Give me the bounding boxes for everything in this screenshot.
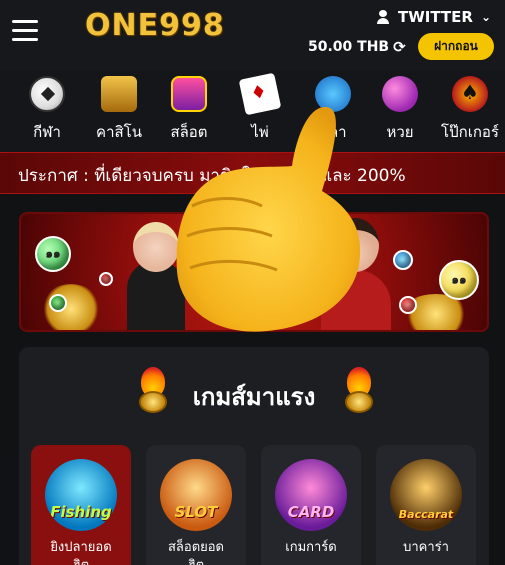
lottery-ball <box>99 272 113 286</box>
category-lottery[interactable]: หวย <box>370 76 430 144</box>
fire-coin-icon <box>341 367 377 415</box>
category-label: คาสิโน <box>96 123 142 141</box>
game-label-line1: ยิงปลายอด <box>50 540 112 555</box>
game-label-line1: เกมการ์ด <box>285 540 337 555</box>
game-label: ยิงปลายอด ฮิต <box>31 539 131 565</box>
game-label: บาคาร่า <box>376 539 476 557</box>
casino-building-icon <box>101 76 137 112</box>
top-header: ONE998 TWITTER ⌄ 50.00 THB ⟳ ฝากถอน <box>0 0 505 70</box>
thumbnail-text: CARD <box>287 503 335 521</box>
lottery-ball <box>393 250 413 270</box>
lottery-ball: ๑๑ <box>439 260 479 300</box>
ball-number: ๑๑ <box>451 272 467 287</box>
menu-icon[interactable] <box>12 20 38 42</box>
game-label-line2: ฮิต <box>31 557 131 565</box>
soccer-ball-icon <box>29 76 65 112</box>
thumbnail-text: Baccarat <box>398 508 454 521</box>
category-sports[interactable]: กีฬา <box>17 76 77 144</box>
lottery-ball: ๑๑ <box>35 236 71 272</box>
lottery-balls-icon <box>382 76 418 112</box>
category-label: โป๊กเกอร์ <box>441 123 499 141</box>
site-logo[interactable]: ONE998 <box>85 8 245 46</box>
category-label: หวย <box>386 123 414 141</box>
game-label-line2: ฮิต <box>146 557 246 565</box>
game-card-baccarat[interactable]: Baccarat บาคาร่า <box>376 445 476 565</box>
logo-text: ONE998 <box>85 8 225 43</box>
game-card-slot[interactable]: SLOT สล็อตยอด ฮิต <box>146 445 246 565</box>
game-label: สล็อตยอด ฮิต <box>146 539 246 565</box>
poker-spade-icon: ♠ <box>452 76 488 112</box>
thumbnail-text: Fishing <box>50 503 112 521</box>
pointing-hand-emoji <box>176 106 361 332</box>
username: TWITTER <box>397 8 473 26</box>
game-card-fishing[interactable]: Fishing ยิงปลายอด ฮิต <box>31 445 131 565</box>
game-label: เกมการ์ด <box>261 539 361 557</box>
deposit-withdraw-button[interactable]: ฝากถอน <box>418 33 494 60</box>
lottery-ball <box>49 294 67 312</box>
category-label: กีฬา <box>33 123 61 141</box>
user-icon <box>376 10 390 24</box>
ball-number: ๑๑ <box>45 246 61 261</box>
hot-games-title: เกมส์มาแรง <box>192 383 316 411</box>
refresh-icon[interactable]: ⟳ <box>393 38 406 56</box>
card-game-thumbnail: CARD <box>275 459 347 531</box>
game-label-line1: บาคาร่า <box>403 540 449 555</box>
balance-value: 50.00 THB <box>308 39 390 55</box>
baccarat-thumbnail: Baccarat <box>390 459 462 531</box>
category-casino[interactable]: คาสิโน <box>89 76 149 144</box>
category-poker[interactable]: ♠ โป๊กเกอร์ <box>440 76 500 144</box>
thumbnail-text: SLOT <box>174 503 218 521</box>
slot-thumbnail: SLOT <box>160 459 232 531</box>
chevron-down-icon: ⌄ <box>480 10 491 24</box>
game-label-line1: สล็อตยอด <box>167 540 225 555</box>
game-card-cards[interactable]: CARD เกมการ์ด <box>261 445 361 565</box>
lottery-ball <box>399 296 417 314</box>
fishing-thumbnail: Fishing <box>45 459 117 531</box>
user-menu[interactable]: TWITTER ⌄ <box>376 8 491 26</box>
balance-display: 50.00 THB ⟳ <box>308 38 406 56</box>
